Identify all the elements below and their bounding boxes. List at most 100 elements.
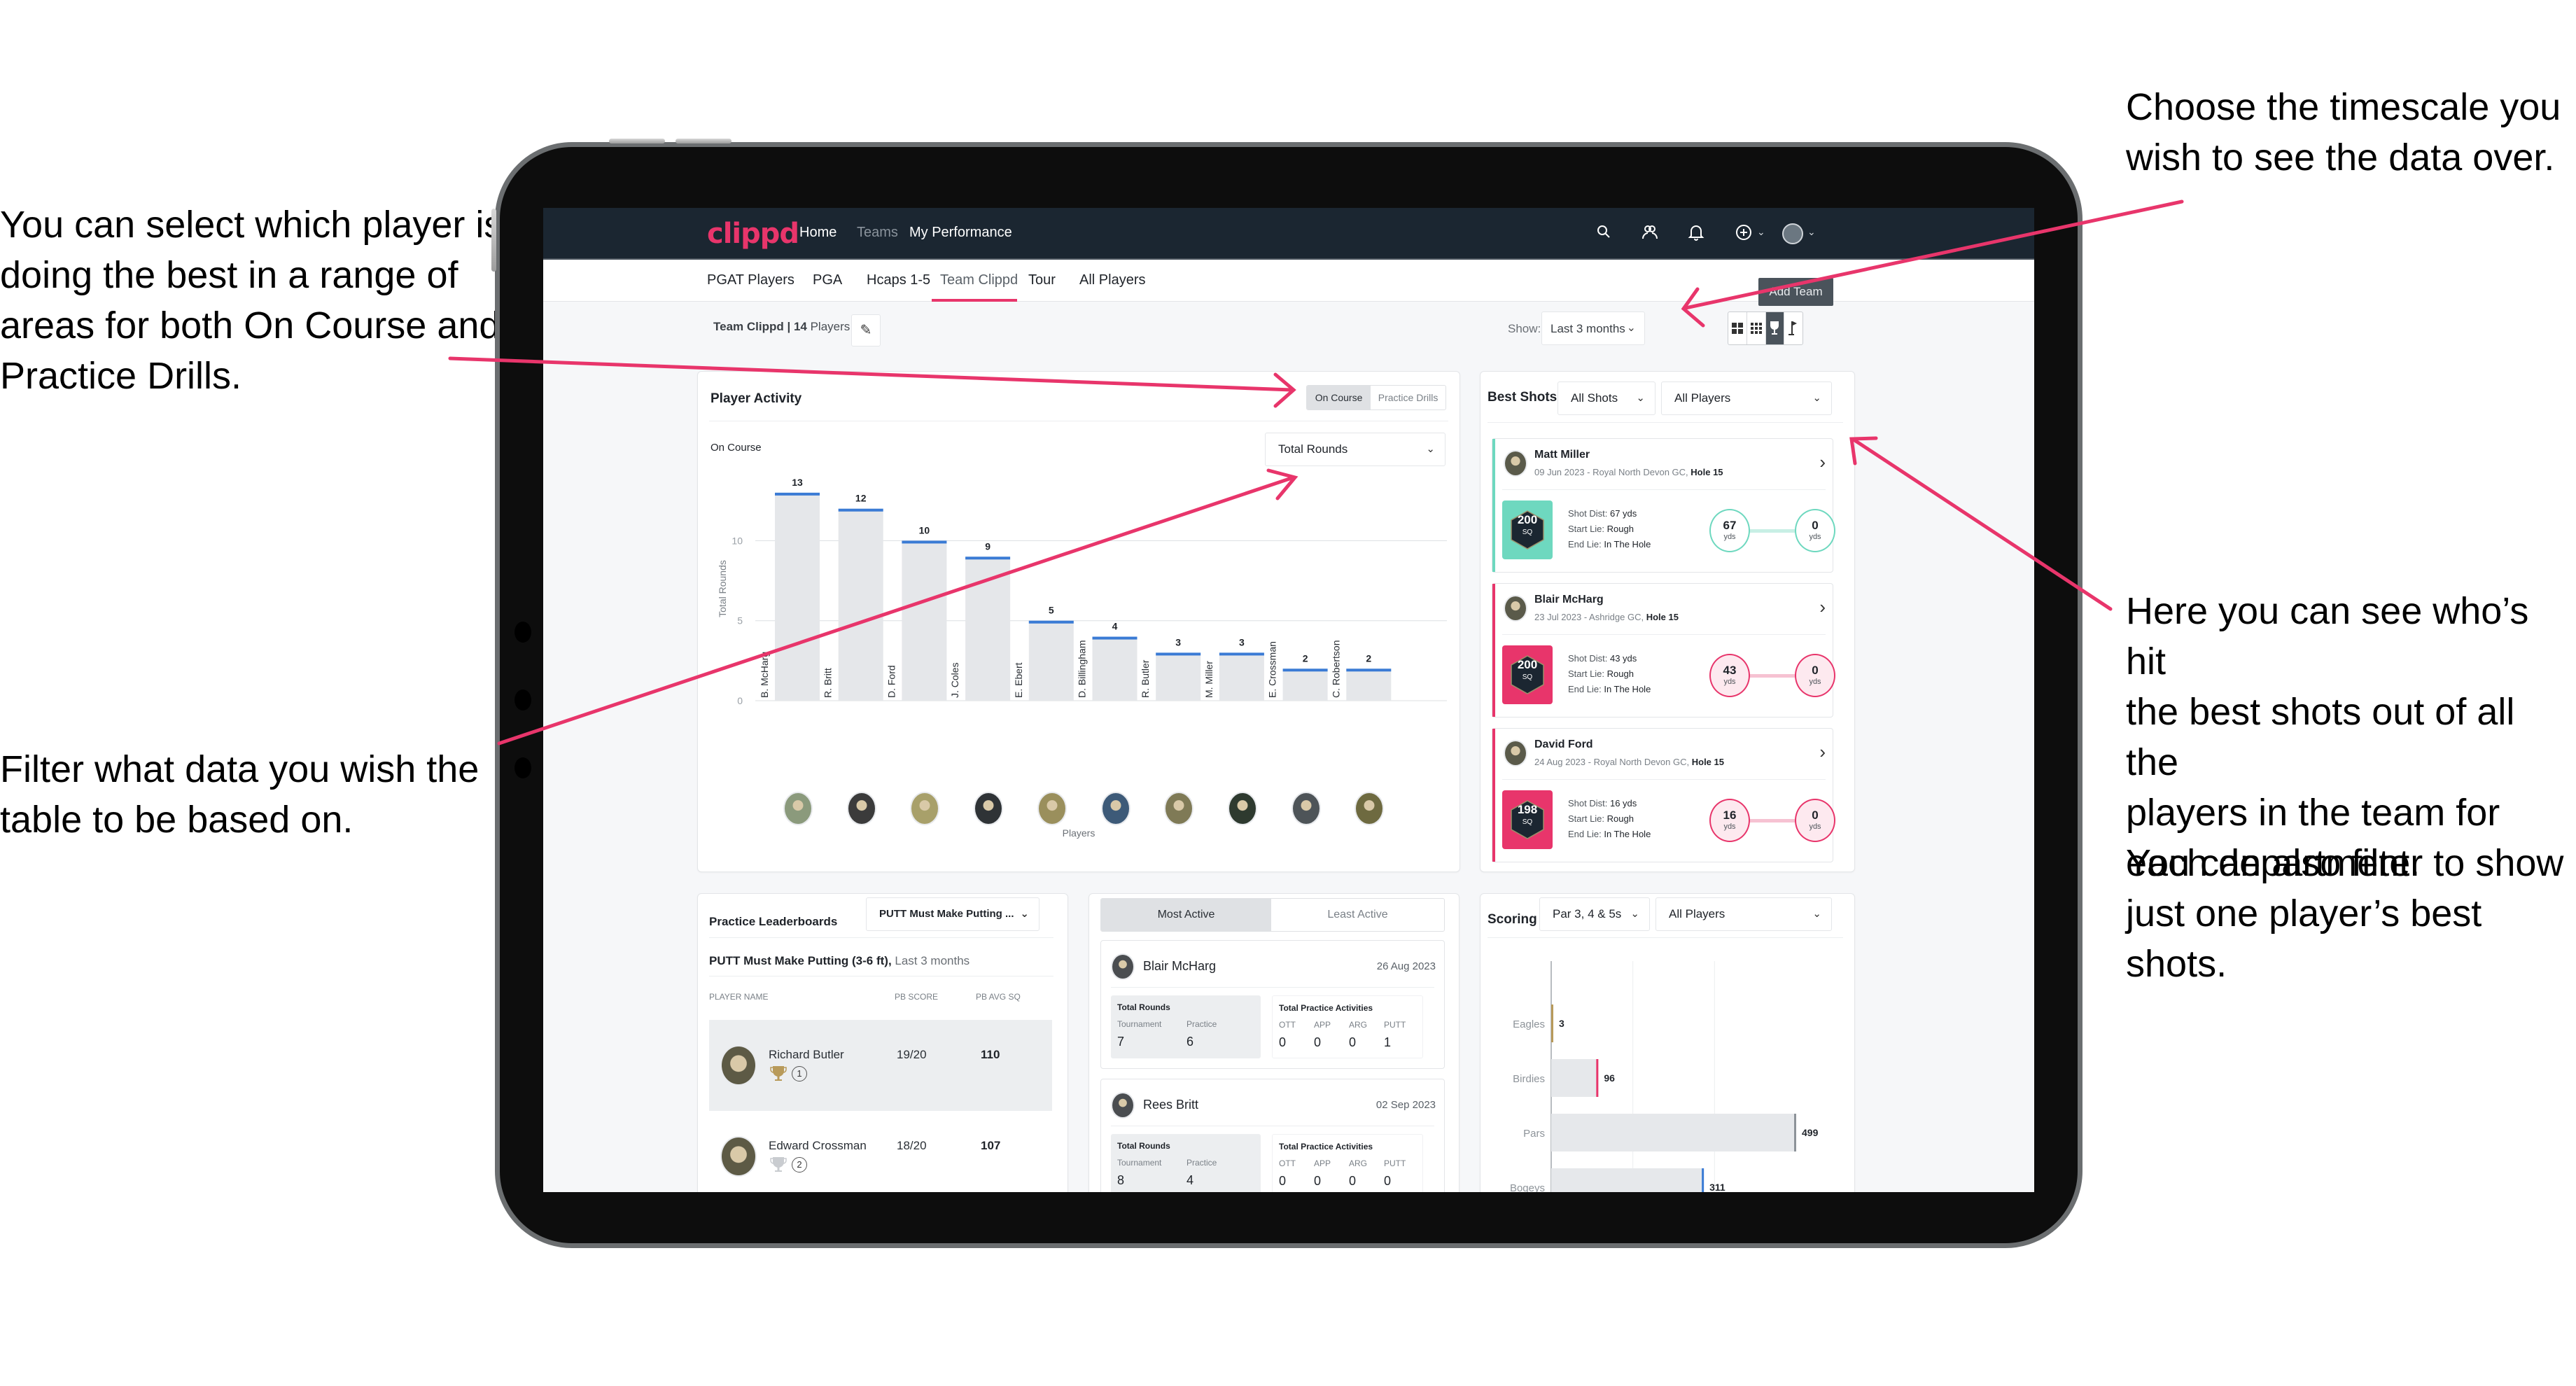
practice-rounds: 4 <box>1186 1173 1194 1187</box>
grid-small-icon[interactable] <box>1747 312 1766 344</box>
shot-filter-value: All Shots <box>1571 391 1618 405</box>
tab-pgat-players[interactable]: PGAT Players <box>707 272 794 288</box>
scoring-bar-cap <box>1551 1004 1553 1042</box>
search-icon[interactable] <box>1593 223 1614 244</box>
add-team-button[interactable]: Add Team <box>1758 278 1833 306</box>
x-tick-label: R. Britt <box>822 668 834 698</box>
shot-date-course: 23 Jul 2023 - Ashridge GC, <box>1534 612 1646 622</box>
bar[interactable] <box>1282 668 1328 701</box>
bar[interactable] <box>838 508 883 701</box>
camera-dot <box>514 622 531 643</box>
bar[interactable] <box>775 492 820 701</box>
divider <box>1502 779 1826 780</box>
practice-putt-value: 0 <box>1384 1174 1392 1188</box>
drill-select[interactable]: PUTT Must Make Putting ... ⌄ <box>866 897 1040 931</box>
player-avatar[interactable] <box>974 792 1004 825</box>
nav-teams[interactable]: Teams <box>857 225 898 241</box>
chevron-down-icon[interactable]: ⌄ <box>1807 226 1816 238</box>
chevron-right-icon[interactable]: › <box>1819 741 1826 763</box>
trophy-icon[interactable] <box>1765 312 1785 344</box>
player-avatar[interactable] <box>1291 792 1321 825</box>
bar[interactable] <box>1346 668 1392 701</box>
end-lie: In The Hole <box>1604 539 1651 550</box>
unit: yds <box>1723 678 1736 686</box>
tab-team-clippd[interactable]: Team Clippd <box>940 272 1018 288</box>
chevron-down-icon[interactable]: ⌄ <box>1757 226 1765 238</box>
bar[interactable] <box>1092 636 1138 701</box>
shot-hole: Hole 15 <box>1646 612 1679 622</box>
bar-value-label: 3 <box>1239 636 1245 648</box>
leaderboard-row[interactable]: Edward Crossman 2 18/20 107 <box>709 1111 1052 1192</box>
divider <box>1502 489 1826 490</box>
tab-most-active[interactable]: Most Active <box>1101 899 1272 931</box>
bar[interactable] <box>1028 620 1074 701</box>
activity-card[interactable]: Blair McHarg 26 Aug 2023 Total Rounds Tourn… <box>1100 940 1445 1069</box>
tab-hcaps[interactable]: Hcaps 1-5 <box>867 272 930 288</box>
col-player-name[interactable]: PLAYER NAME <box>709 992 768 1002</box>
y-axis-label: Total Rounds <box>717 560 728 617</box>
player-filter-select[interactable]: All Players ⌄ <box>1661 382 1832 415</box>
clippd-logo[interactable]: clippd <box>707 218 799 250</box>
people-icon[interactable] <box>1639 223 1660 244</box>
player-avatar <box>720 1045 757 1086</box>
grid-large-icon[interactable] <box>1728 312 1747 344</box>
card-accent <box>1492 439 1495 572</box>
y-tick-label: 10 <box>732 535 743 546</box>
bar[interactable] <box>902 540 947 701</box>
best-shot-card[interactable]: David Ford 24 Aug 2023 - Royal North Devo… <box>1492 728 1835 862</box>
player-name: Edward Crossman <box>769 1139 867 1152</box>
bar-value-label: 4 <box>1112 621 1118 632</box>
tab-least-active[interactable]: Least Active <box>1271 899 1444 931</box>
bar-value-label: 13 <box>792 477 803 488</box>
chevron-right-icon[interactable]: › <box>1819 451 1826 473</box>
player-name: Blair McHarg <box>1534 594 1604 606</box>
col-pb-score[interactable]: PB SCORE <box>895 992 938 1002</box>
best-shot-card[interactable]: Matt Miller 09 Jun 2023 - Royal North Dev… <box>1492 438 1835 573</box>
scoring-bar[interactable] <box>1551 1168 1704 1192</box>
scoring-bar-cap <box>1702 1168 1704 1192</box>
best-shot-card[interactable]: Blair McHarg 23 Jul 2023 - Ashridge GC, H… <box>1492 583 1835 718</box>
practice-arg-value: 0 <box>1349 1174 1357 1188</box>
col-pb-avg-sq[interactable]: PB AVG SQ <box>976 992 1021 1002</box>
divider <box>1488 422 1843 423</box>
bell-icon[interactable] <box>1686 223 1707 244</box>
scoring-bar[interactable] <box>1551 1059 1599 1097</box>
bar[interactable] <box>1219 652 1264 701</box>
scoring-bar[interactable] <box>1551 1114 1796 1152</box>
tab-pga[interactable]: PGA <box>813 272 842 288</box>
activity-card[interactable]: Rees Britt 02 Sep 2023 Total Rounds Tournam… <box>1100 1079 1445 1192</box>
leaderboard-row[interactable]: Richard Butler 1 19/20 110 <box>709 1020 1052 1111</box>
player-activity-panel: Player Activity On Course Practice Drill… <box>697 371 1460 872</box>
player-avatar[interactable] <box>1354 792 1385 825</box>
nav-home[interactable]: Home <box>799 225 836 241</box>
scoring-value-label: 96 <box>1604 1072 1615 1084</box>
player-avatar[interactable] <box>1037 792 1067 825</box>
start-distance: 67 yds <box>1709 509 1750 552</box>
player-avatar[interactable] <box>783 792 813 825</box>
flag-icon[interactable] <box>1784 312 1802 344</box>
timescale-select[interactable]: Last 3 months ⌄ <box>1541 312 1645 345</box>
chevron-down-icon: ⌄ <box>1626 322 1636 334</box>
unit: yds <box>1809 822 1821 831</box>
bar[interactable] <box>965 556 1011 701</box>
tab-tour[interactable]: Tour <box>1028 272 1056 288</box>
player-avatar[interactable] <box>1227 792 1257 825</box>
scoring-category-label: Bogeys <box>1510 1182 1545 1192</box>
edit-team-button[interactable]: ✎ <box>851 314 881 346</box>
practice-col-label: APP <box>1314 1020 1331 1030</box>
shot-filter-select[interactable]: All Shots ⌄ <box>1558 382 1656 415</box>
tab-all-players[interactable]: All Players <box>1079 272 1145 288</box>
plus-circle-icon[interactable] <box>1733 223 1754 244</box>
bar[interactable] <box>1156 652 1201 701</box>
player-avatar[interactable] <box>1164 792 1194 825</box>
shot-meta: 09 Jun 2023 - Royal North Devon GC, Hole… <box>1534 467 1723 477</box>
rounds-col-label: Practice <box>1186 1158 1217 1168</box>
user-avatar[interactable] <box>1782 223 1803 244</box>
player-avatar <box>1111 1092 1135 1119</box>
end-distance: 0 yds <box>1795 654 1835 697</box>
player-avatar[interactable] <box>1100 792 1130 825</box>
player-avatar[interactable] <box>846 792 876 825</box>
practice-col-label: PUTT <box>1384 1020 1406 1030</box>
nav-my-performance[interactable]: My Performance <box>909 225 1012 241</box>
chevron-right-icon[interactable]: › <box>1819 596 1826 618</box>
